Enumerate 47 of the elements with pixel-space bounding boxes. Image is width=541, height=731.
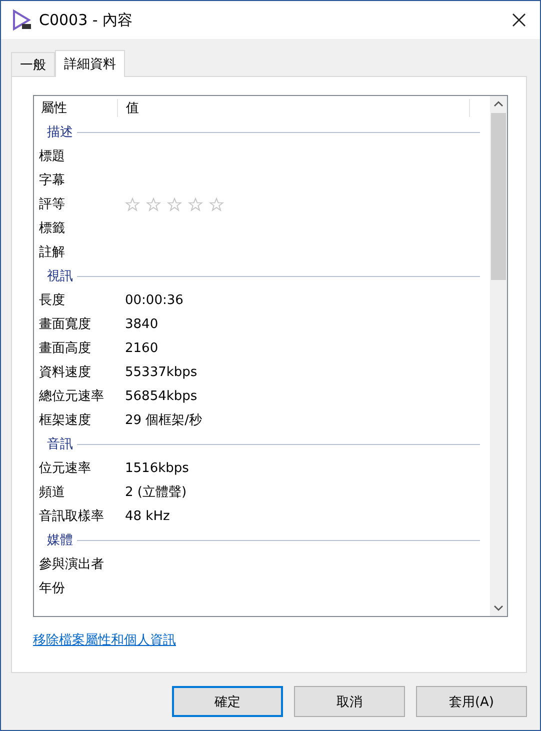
- column-header[interactable]: 值: [118, 99, 470, 117]
- rating-stars[interactable]: [125, 196, 224, 212]
- property-name: 標題: [39, 148, 66, 165]
- property-name: 資料速度: [39, 364, 92, 381]
- section-heading: 媒體: [47, 532, 73, 549]
- star-icon[interactable]: [209, 196, 224, 212]
- property-name: 框架速度: [39, 412, 92, 429]
- star-icon[interactable]: [146, 196, 161, 212]
- property-value: 2 (立體聲): [125, 484, 187, 501]
- property-name: 長度: [39, 292, 66, 309]
- remove-properties-link[interactable]: 移除檔案屬性和個人資訊: [33, 631, 176, 649]
- property-name: 註解: [39, 244, 66, 261]
- property-name: 字幕: [39, 172, 66, 189]
- property-value: 56854kbps: [125, 388, 198, 404]
- property-name: 年份: [39, 580, 66, 597]
- section-heading: 音訊: [47, 436, 73, 453]
- tab[interactable]: 詳細資料: [55, 50, 125, 77]
- dialog-button[interactable]: 確定: [172, 686, 283, 717]
- property-name: 頻道: [39, 484, 66, 501]
- star-icon[interactable]: [188, 196, 203, 212]
- window-title: C0003 - 內容: [39, 10, 134, 30]
- star-icon[interactable]: [125, 196, 140, 212]
- property-name: 總位元速率: [39, 388, 105, 405]
- property-value: 29 個框架/秒: [125, 412, 202, 429]
- section-heading: 視訊: [47, 268, 73, 285]
- star-icon[interactable]: [167, 196, 182, 212]
- tab[interactable]: 一般: [11, 52, 55, 76]
- property-value: 00:00:36: [125, 292, 184, 308]
- video-file-icon: [11, 9, 33, 31]
- property-name: 評等: [39, 196, 66, 213]
- property-value: 2160: [125, 340, 158, 356]
- close-icon[interactable]: [512, 13, 526, 27]
- property-value: 1516kbps: [125, 460, 189, 476]
- property-value: 48 kHz: [125, 508, 170, 524]
- column-header[interactable]: 屬性: [39, 99, 118, 117]
- property-name: 音訊取樣率: [39, 508, 105, 525]
- property-name: 標籤: [39, 220, 66, 237]
- dialog-button[interactable]: 套用(A): [416, 686, 527, 717]
- property-name: 畫面高度: [39, 340, 92, 357]
- scrollbar[interactable]: [490, 96, 507, 616]
- property-value: 55337kbps: [125, 364, 198, 380]
- property-value: 3840: [125, 316, 158, 332]
- section-heading: 描述: [47, 124, 73, 141]
- property-name: 位元速率: [39, 460, 92, 477]
- property-name: 畫面寬度: [39, 316, 92, 333]
- property-name: 參與演出者: [39, 556, 105, 573]
- dialog-button[interactable]: 取消: [294, 686, 405, 717]
